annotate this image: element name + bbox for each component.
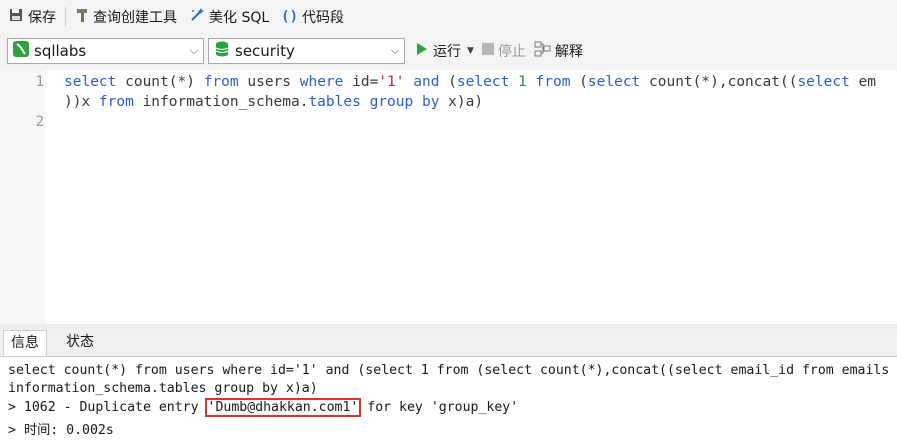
code-token: id= [343, 74, 379, 90]
code-token: 1 [518, 74, 527, 90]
save-icon [8, 7, 24, 27]
code-token: tables [308, 94, 361, 110]
sql-editor[interactable]: 1 2 select count(*) from users where id=… [0, 70, 897, 324]
line-number: 1 [35, 74, 44, 90]
explain-label: 解释 [554, 44, 583, 60]
play-icon [416, 42, 428, 60]
code-snippet-label: 代码段 [302, 10, 345, 26]
query-builder-button[interactable]: 查询创建工具 [69, 0, 183, 34]
stop-icon [481, 43, 494, 59]
code-token: and [413, 74, 440, 90]
explain-icon [534, 41, 552, 61]
save-label: 保存 [28, 10, 56, 26]
database-value: security [235, 42, 295, 60]
tab-info[interactable]: 信息 [3, 330, 47, 356]
code-token: by [421, 94, 440, 110]
code-token: users [238, 74, 300, 90]
code-token: count(*) [116, 74, 204, 90]
output-error-line: > 1062 - Duplicate entry 'Dumb@dhakkan.c… [8, 398, 519, 417]
line-number: 2 [35, 114, 44, 130]
magic-wand-icon [189, 7, 205, 27]
database-icon [215, 40, 229, 62]
error-suffix: for key 'group_key' [359, 400, 519, 415]
main-toolbar: 保存 查询创建工具 美化 SQL () 代码段 [0, 0, 897, 35]
line-gutter: 1 2 [0, 70, 46, 324]
toolbar-divider [65, 7, 66, 27]
output-time-line: > 时间: 0.002s [8, 423, 114, 438]
code-line: select count(*) from users where id='1' … [64, 74, 876, 90]
save-button[interactable]: 保存 [2, 0, 62, 34]
code-token: information_schema. [133, 94, 309, 110]
caret-down-icon[interactable]: ▼ [467, 46, 474, 56]
code-token: group [369, 94, 414, 110]
code-token: from [535, 74, 571, 90]
output-query-line: select count(*) from users where id='1' … [8, 363, 890, 378]
code-token: select [797, 74, 850, 90]
beautify-sql-button[interactable]: 美化 SQL [183, 0, 275, 34]
code-token: select [456, 74, 510, 90]
code-snippet-button[interactable]: () 代码段 [275, 0, 350, 34]
output-query-line: information_schema.tables group by x)a) [8, 381, 318, 396]
parentheses-icon: () [281, 9, 299, 25]
result-tabs: 信息 状态 [0, 330, 897, 357]
code-token: from [203, 74, 239, 90]
stop-button[interactable]: 停止 [478, 41, 530, 61]
database-select[interactable]: security ⌵ [208, 38, 405, 64]
code-token: em [849, 74, 877, 90]
code-token: where [299, 74, 344, 90]
run-button[interactable]: 运行 ▼ [412, 41, 478, 61]
code-token: '1' [378, 74, 405, 90]
hammer-icon [75, 7, 89, 27]
run-controls: 运行 ▼ 停止 解释 [412, 38, 587, 64]
duplicate-entry-value: 'Dumb@dhakkan.com1' [204, 398, 362, 417]
message-output: select count(*) from users where id='1' … [0, 357, 897, 448]
run-label: 运行 [433, 44, 461, 60]
code-token: ( [570, 74, 588, 90]
tab-status[interactable]: 状态 [59, 330, 101, 356]
code-token: ( [439, 74, 457, 90]
stop-label: 停止 [497, 44, 526, 60]
connection-select[interactable]: sqllabs ⌵ [7, 38, 204, 64]
chevron-down-icon: ⌵ [189, 44, 199, 57]
code-token: x)a) [439, 94, 484, 110]
code-token: count(*),concat(( [640, 74, 798, 90]
connection-icon [12, 40, 30, 62]
chevron-down-icon: ⌵ [390, 44, 400, 57]
beautify-sql-label: 美化 SQL [209, 10, 270, 26]
code-token: select [64, 74, 117, 90]
connection-value: sqllabs [34, 42, 87, 60]
code-token: from [98, 94, 134, 110]
error-prefix: > 1062 - Duplicate entry [8, 400, 207, 415]
explain-button[interactable]: 解释 [530, 41, 587, 61]
code-line: ))x from information_schema.tables group… [64, 94, 483, 110]
query-builder-label: 查询创建工具 [93, 10, 177, 26]
code-token: ))x [64, 94, 99, 110]
code-token: select [587, 74, 641, 90]
